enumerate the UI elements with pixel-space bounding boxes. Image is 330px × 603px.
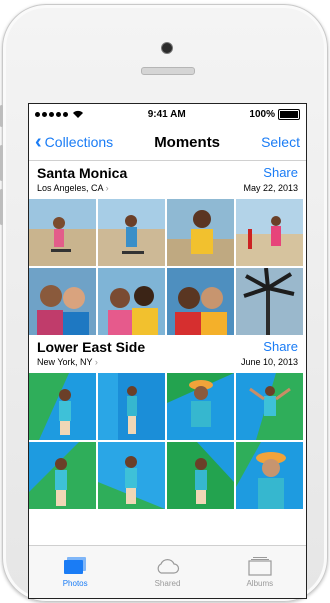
- volume-up-button: [0, 145, 3, 181]
- tab-photos[interactable]: Photos: [29, 546, 121, 598]
- share-button[interactable]: Share: [263, 165, 298, 180]
- cloud-icon: [158, 559, 180, 574]
- wifi-icon: [73, 110, 83, 118]
- volume-down-button: [0, 189, 3, 225]
- battery-percent: 100%: [249, 108, 275, 120]
- photo-thumbnail[interactable]: [29, 442, 96, 509]
- moment-title: Santa Monica: [37, 165, 128, 181]
- tab-shared[interactable]: Shared: [121, 546, 213, 598]
- moment-location[interactable]: New York, NY ›: [37, 357, 98, 367]
- moment-date: June 10, 2013: [240, 357, 298, 367]
- signal-icon: [35, 111, 68, 117]
- chevron-right-icon: ›: [94, 357, 98, 367]
- photo-thumbnail[interactable]: [29, 199, 96, 266]
- photo-thumbnail[interactable]: [98, 199, 165, 266]
- moment-header-lower-east-side[interactable]: Lower East Side New York, NY › Share Jun…: [29, 335, 306, 373]
- tab-bar: Photos Shared Albums: [29, 545, 306, 598]
- photo-thumbnail[interactable]: [29, 373, 96, 440]
- tab-albums[interactable]: Albums: [214, 546, 306, 598]
- tab-label: Photos: [62, 579, 88, 588]
- photo-thumbnail[interactable]: [167, 268, 234, 335]
- back-button[interactable]: ‹ Collections: [35, 131, 114, 153]
- back-label: Collections: [44, 134, 114, 150]
- photo-grid-santa-monica: [29, 199, 306, 335]
- battery-icon: [278, 108, 300, 120]
- photo-grid-lower-east-side: [29, 373, 306, 509]
- select-button[interactable]: Select: [261, 134, 300, 150]
- photo-thumbnail[interactable]: [98, 373, 165, 440]
- photo-thumbnail[interactable]: [167, 199, 234, 266]
- tab-label: Shared: [154, 579, 181, 588]
- moment-location[interactable]: Los Angeles, CA ›: [37, 183, 109, 193]
- moment-date: May 22, 2013: [243, 183, 298, 193]
- photo-thumbnail[interactable]: [236, 373, 303, 440]
- tab-label: Albums: [246, 579, 274, 588]
- phone-screen: 9:41 AM 100% ‹ Collections Moments Selec…: [28, 103, 307, 599]
- photo-thumbnail[interactable]: [167, 442, 234, 509]
- photo-thumbnail[interactable]: [236, 199, 303, 266]
- moment-title: Lower East Side: [37, 339, 146, 355]
- photo-thumbnail[interactable]: [29, 268, 96, 335]
- albums-icon: [248, 557, 272, 576]
- chevron-right-icon: ›: [105, 183, 109, 193]
- earpiece-speaker: [141, 67, 195, 75]
- page-title: Moments: [154, 133, 221, 151]
- photo-thumbnail[interactable]: [98, 442, 165, 509]
- status-time: 9:41 AM: [147, 108, 186, 120]
- navigation-bar: ‹ Collections Moments Select: [29, 124, 306, 161]
- photos-icon: [64, 557, 87, 574]
- status-bar: 9:41 AM 100%: [29, 104, 306, 124]
- moment-header-santa-monica[interactable]: Santa Monica Los Angeles, CA › Share May…: [29, 161, 306, 199]
- chevron-left-icon: ‹: [35, 131, 42, 153]
- photo-thumbnail[interactable]: [236, 442, 303, 509]
- mute-switch: [0, 105, 3, 127]
- front-camera: [161, 42, 173, 54]
- share-button[interactable]: Share: [263, 339, 298, 354]
- photo-thumbnail[interactable]: [98, 268, 165, 335]
- photo-thumbnail[interactable]: [236, 268, 303, 335]
- photo-thumbnail[interactable]: [167, 373, 234, 440]
